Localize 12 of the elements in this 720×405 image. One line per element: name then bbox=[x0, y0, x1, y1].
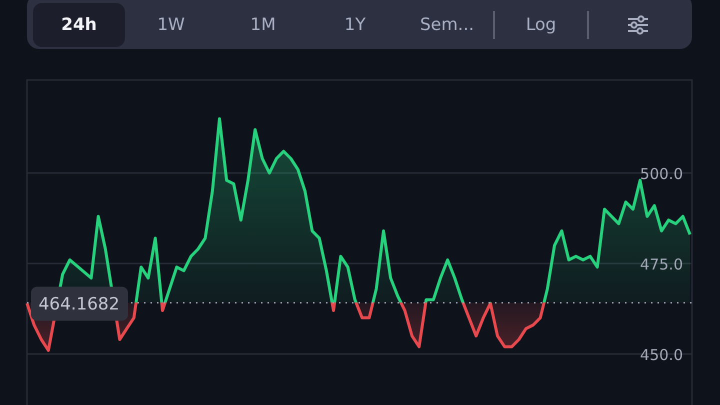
y-tick-label: 500.0 bbox=[640, 165, 683, 183]
y-tick-label: 450.0 bbox=[640, 346, 683, 364]
range-tab[interactable]: 1Y bbox=[309, 2, 401, 46]
ref-line-label: 464.1682 bbox=[38, 294, 120, 315]
log-scale-button[interactable]: Log bbox=[495, 2, 587, 46]
settings-icon[interactable] bbox=[626, 14, 648, 34]
range-tab[interactable]: 1W bbox=[125, 2, 217, 46]
range-tab[interactable]: 1M bbox=[217, 2, 309, 46]
range-tab[interactable]: Sem... bbox=[401, 2, 493, 46]
range-tab[interactable]: 24h bbox=[33, 2, 125, 46]
y-tick-label: 475.0 bbox=[640, 256, 683, 274]
baseline-value-label: 464.1682 bbox=[31, 286, 128, 321]
